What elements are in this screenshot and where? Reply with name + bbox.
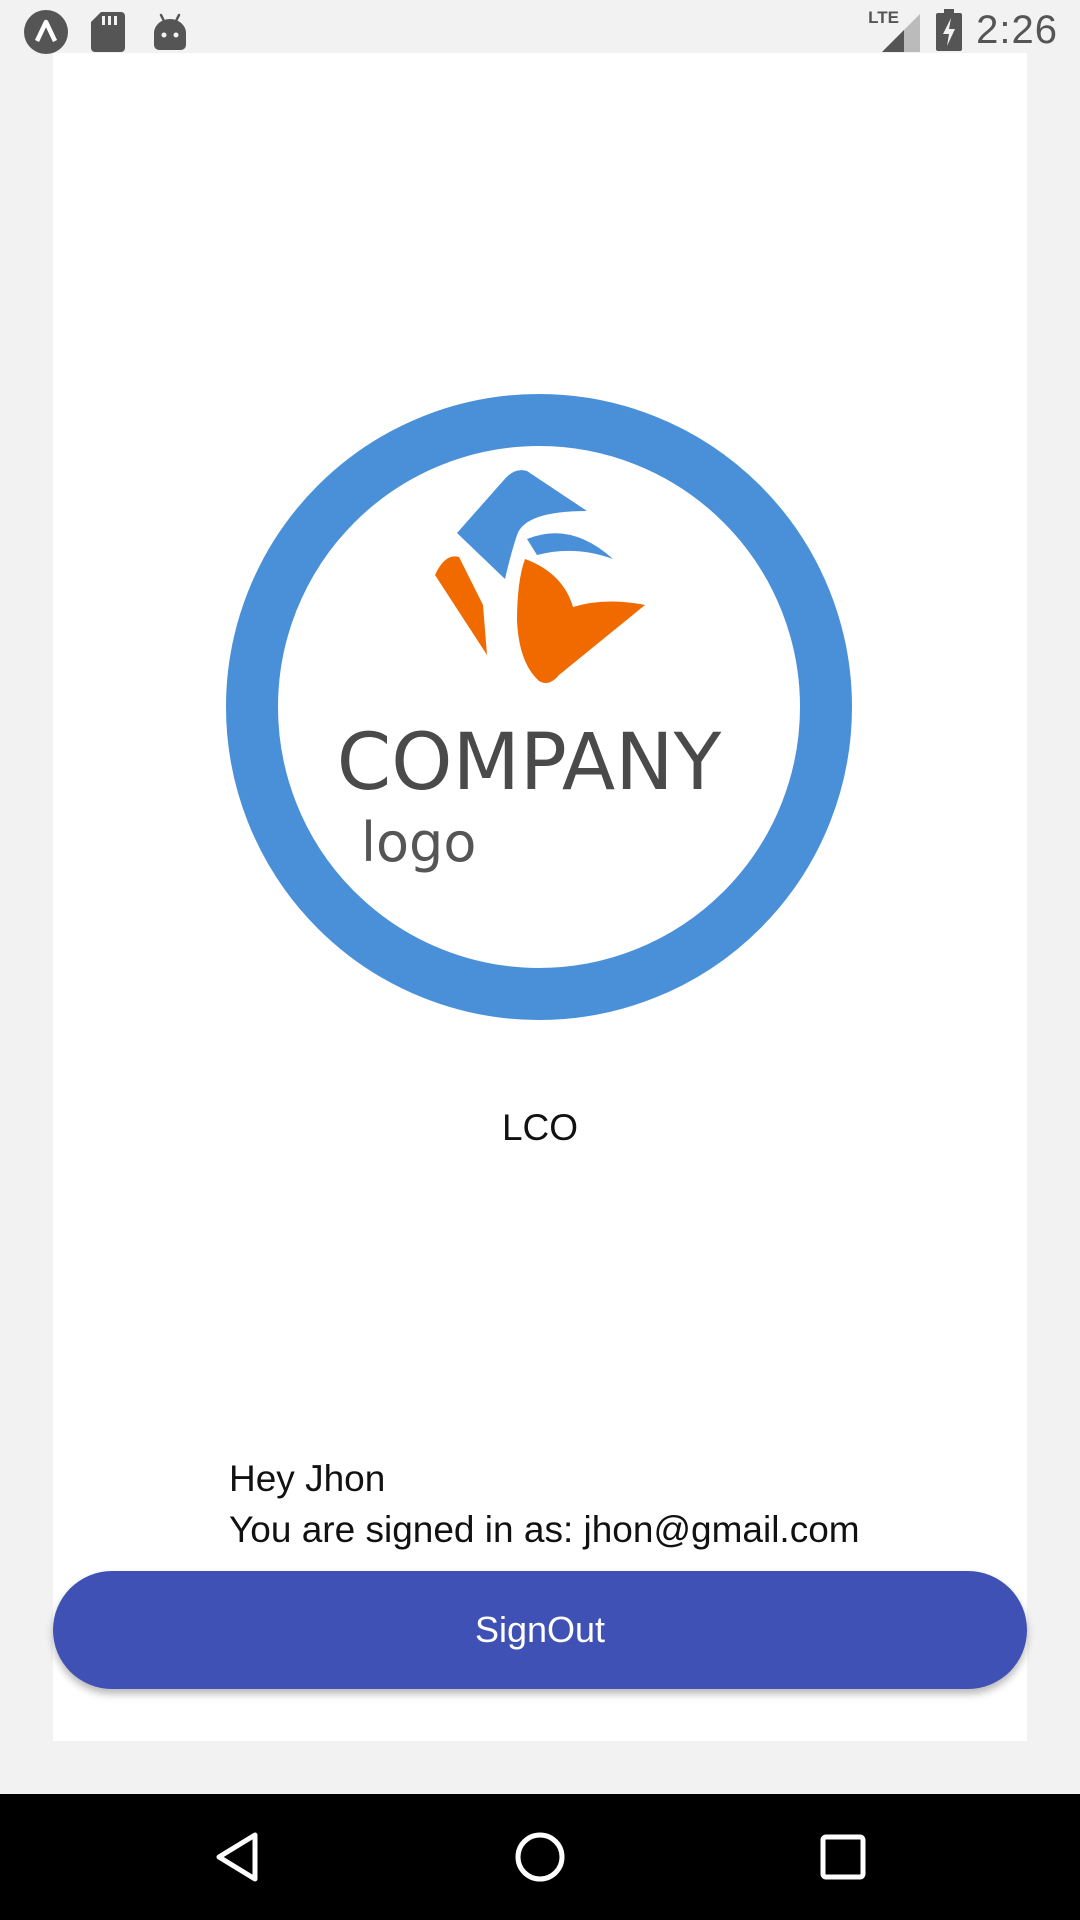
android-icon	[148, 10, 192, 54]
battery-charging-icon	[936, 9, 963, 51]
app-launcher-icon	[24, 10, 68, 54]
network-type-label: LTE	[868, 8, 899, 27]
recents-icon[interactable]	[808, 1822, 878, 1892]
logo-company-text: COMPANY	[337, 718, 722, 808]
logo-sub-text: logo	[361, 811, 476, 874]
main-card: COMPANY logo LCO Hey Jhon You are signed…	[53, 53, 1027, 1741]
home-icon[interactable]	[505, 1822, 575, 1892]
status-left-icons	[24, 10, 210, 54]
company-logo: COMPANY logo	[226, 394, 852, 1020]
signout-button-label: SignOut	[474, 1609, 606, 1650]
status-clock: 2:26	[976, 7, 1058, 52]
logo-blue-shape	[457, 470, 587, 579]
status-right-icons: LTE 2:26	[868, 6, 1058, 54]
lte-signal-icon: LTE	[868, 8, 922, 52]
sd-card-icon	[86, 10, 130, 54]
greeting-line: Hey Jhon	[229, 1458, 386, 1499]
app-name: LCO	[501, 1107, 579, 1148]
status-bar: LTE 2:26	[0, 0, 1080, 56]
logo-orange-right	[517, 559, 645, 683]
signed-in-email-line: You are signed in as: jhon@gmail.com	[229, 1509, 860, 1550]
greeting-block: Hey Jhon You are signed in as: jhon@gmai…	[229, 1453, 860, 1555]
signout-button[interactable]: SignOut	[53, 1571, 1027, 1689]
logo-blue-swoosh	[527, 533, 613, 559]
navigation-bar	[0, 1794, 1080, 1920]
back-icon[interactable]	[202, 1822, 272, 1892]
logo-orange-left	[435, 556, 487, 655]
